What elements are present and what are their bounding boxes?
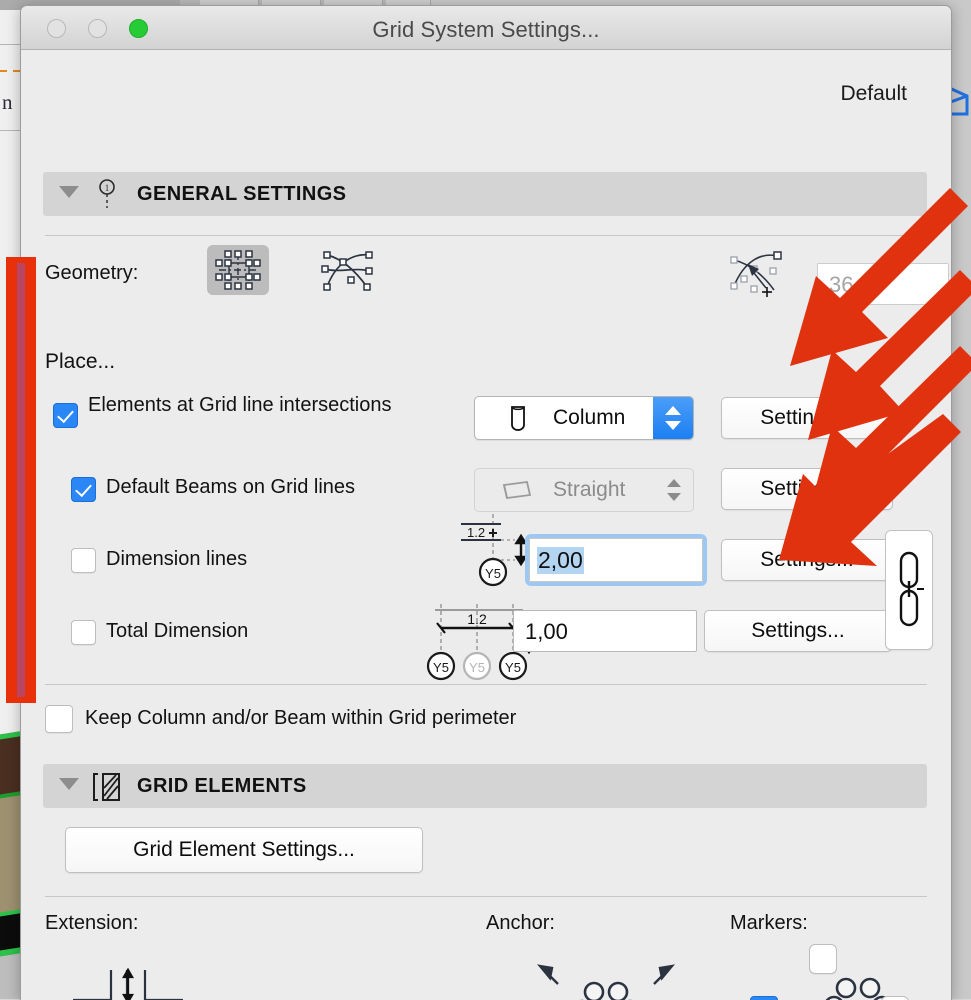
checkbox-total-dimension[interactable]: [71, 620, 96, 645]
element-type-popup[interactable]: Column: [474, 396, 694, 440]
beam-icon: [499, 477, 537, 505]
grid-element-settings-button[interactable]: Grid Element Settings...: [65, 827, 423, 873]
svg-text:1: 1: [105, 183, 110, 193]
markers-label: Markers:: [730, 912, 808, 934]
markers-right-checkbox[interactable]: [881, 996, 909, 1000]
beam-type-stepper[interactable]: [657, 469, 693, 511]
section-grid-elements[interactable]: GRID ELEMENTS: [43, 764, 927, 808]
window-title: Grid System Settings...: [372, 17, 600, 42]
beam-type-popup[interactable]: Straight: [474, 468, 694, 512]
anchor-label: Anchor:: [486, 912, 555, 934]
label-total-dimension: Total Dimension: [106, 620, 249, 642]
place-label: Place...: [45, 350, 116, 373]
divider: [45, 684, 927, 685]
svg-text:1.2: 1.2: [467, 525, 485, 540]
section-title: GRID ELEMENTS: [137, 775, 307, 797]
dimension-offset-value: 2,00: [537, 547, 584, 574]
marker-nodes-icon[interactable]: [786, 962, 916, 1000]
svg-text:Y5: Y5: [433, 660, 449, 675]
svg-text:Y5: Y5: [469, 660, 485, 675]
extension-label: Extension:: [45, 912, 139, 934]
preset-label: Default: [840, 82, 907, 105]
dimension-offset-field[interactable]: 2,00: [525, 534, 707, 586]
label-elements-at-grid-intersections: Elements at Grid line intersections: [88, 394, 392, 416]
extension-icon: [69, 967, 187, 1000]
element-type-value: Column: [553, 406, 626, 429]
checkbox-default-beams[interactable]: [71, 477, 96, 502]
label-default-beams: Default Beams on Grid lines: [106, 476, 356, 498]
checkbox-keep-within-perimeter[interactable]: [45, 705, 73, 733]
markers-left-checkbox[interactable]: [750, 996, 778, 1000]
red-highlight-annotation: [6, 257, 36, 703]
column-icon: [499, 405, 537, 433]
checkbox-elements-at-grid-intersections[interactable]: [53, 403, 78, 428]
svg-text:1.2: 1.2: [467, 611, 487, 627]
total-dimension-offset-field[interactable]: 1,00: [513, 610, 697, 652]
grid-element-icon: [91, 770, 123, 802]
checkbox-dimension-lines[interactable]: [71, 548, 96, 573]
disclosure-triangle-icon[interactable]: [59, 186, 79, 198]
dimension-line-icon: 1.2 Y5: [453, 512, 533, 594]
divider: [45, 896, 927, 897]
red-arrow-annotation: [765, 410, 965, 590]
svg-text:Y5: Y5: [485, 566, 501, 581]
label-dimension-lines: Dimension lines: [106, 548, 248, 570]
beam-type-value: Straight: [553, 478, 626, 501]
total-dimension-offset-value: 1,00: [525, 619, 568, 644]
window-titlebar[interactable]: Grid System Settings...: [21, 6, 951, 50]
geometry-orthogonal-button[interactable]: [207, 245, 269, 295]
disclosure-triangle-icon[interactable]: [59, 778, 79, 790]
svg-text:Y5: Y5: [505, 660, 521, 675]
label-keep-within-perimeter: Keep Column and/or Beam within Grid peri…: [85, 707, 517, 729]
anchor-nodes-icon[interactable]: [526, 956, 686, 1000]
geometry-curved-button[interactable]: [317, 245, 379, 295]
grid-origin-icon: 1: [91, 178, 123, 210]
section-title: GENERAL SETTINGS: [137, 183, 347, 205]
total-dimension-settings-button[interactable]: Settings...: [704, 610, 892, 652]
geometry-label: Geometry:: [45, 262, 139, 284]
background-label: n: [2, 90, 13, 114]
element-type-stepper[interactable]: [653, 397, 693, 439]
